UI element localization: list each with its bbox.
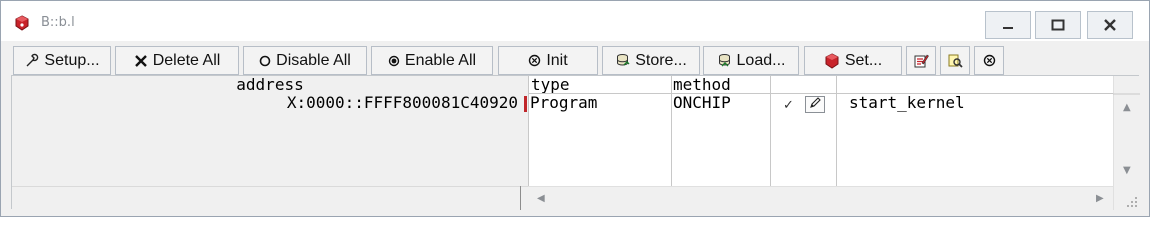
title-bar[interactable]: B::b.l: [1, 1, 1149, 41]
toolbar: Setup... Delete All Disable All Enable A…: [11, 46, 1141, 75]
find-button[interactable]: [940, 46, 970, 75]
set-label: Set...: [844, 51, 883, 69]
breakpoint-list[interactable]: address type method X:0000::FFFF800081C4…: [11, 75, 1140, 210]
load-database-icon: [717, 53, 732, 68]
column-header-address[interactable]: address: [12, 76, 528, 94]
scroll-left-icon[interactable]: ◀: [537, 194, 545, 204]
find-magnifier-icon: [947, 53, 963, 69]
enable-all-button[interactable]: Enable All: [371, 46, 493, 75]
enable-all-label: Enable All: [404, 51, 477, 69]
edit-notepad-icon: [913, 53, 929, 69]
column-divider[interactable]: [770, 76, 771, 186]
close-button[interactable]: [1087, 11, 1133, 39]
hollow-circle-icon: [259, 55, 271, 67]
row-type[interactable]: Program: [530, 94, 597, 112]
address-pane-footer: [12, 186, 528, 210]
disable-all-button[interactable]: Disable All: [243, 46, 367, 75]
store-button[interactable]: Store...: [602, 46, 700, 75]
row-edit-button[interactable]: [805, 96, 825, 113]
scroll-down-icon[interactable]: ▼: [1123, 166, 1131, 176]
window-title: B::b.l: [41, 15, 75, 30]
set-button[interactable]: Set...: [804, 46, 902, 75]
row-method[interactable]: ONCHIP: [673, 94, 731, 112]
store-database-icon: [615, 53, 630, 68]
minimize-button[interactable]: [985, 11, 1031, 39]
breakpoint-list-window: B::b.l Setup... Delete All Disable All E…: [0, 0, 1150, 217]
load-button[interactable]: Load...: [703, 46, 799, 75]
load-label: Load...: [736, 51, 786, 69]
column-divider[interactable]: [836, 76, 837, 186]
column-divider[interactable]: [671, 76, 672, 186]
disable-all-label: Disable All: [276, 51, 351, 69]
pencil-icon: [809, 97, 821, 112]
setup-button[interactable]: Setup...: [13, 46, 111, 75]
setup-button-label: Setup...: [44, 51, 100, 69]
pane-splitter[interactable]: [520, 186, 521, 210]
scroll-right-icon[interactable]: ▶: [1096, 194, 1104, 204]
app-logo-icon: [14, 15, 30, 31]
wrench-icon: [24, 53, 39, 68]
row-enabled-check[interactable]: ✓: [783, 98, 794, 113]
cancel-circle-x-icon: [983, 54, 996, 67]
filled-circle-icon: [388, 55, 400, 67]
store-label: Store...: [635, 51, 687, 69]
init-label: Init: [546, 51, 568, 69]
delete-all-button[interactable]: Delete All: [115, 46, 239, 75]
column-header-type[interactable]: type: [531, 76, 570, 94]
column-header-method[interactable]: method: [673, 76, 731, 94]
init-button[interactable]: Init: [498, 46, 598, 75]
breakpoint-marker: [524, 96, 527, 112]
header-divider: [528, 93, 1113, 94]
cancel-button[interactable]: [974, 46, 1004, 75]
delete-x-icon: [134, 54, 148, 68]
vertical-scrollbar[interactable]: ▲ ▼: [1113, 76, 1140, 210]
delete-all-label: Delete All: [152, 51, 221, 69]
row-address[interactable]: X:0000::FFFF800081C40920: [12, 94, 518, 112]
init-cancel-icon: [528, 54, 541, 67]
resize-grip-icon[interactable]: [1126, 196, 1138, 208]
horizontal-scrollbar[interactable]: ◀ ▶: [528, 186, 1113, 210]
edit-list-button[interactable]: [906, 46, 936, 75]
maximize-button[interactable]: [1035, 11, 1081, 39]
set-breakpoint-icon: [824, 52, 840, 69]
row-symbol[interactable]: start_kernel: [849, 94, 965, 112]
scroll-up-icon[interactable]: ▲: [1123, 103, 1131, 113]
column-header-end: [1113, 84, 1140, 95]
